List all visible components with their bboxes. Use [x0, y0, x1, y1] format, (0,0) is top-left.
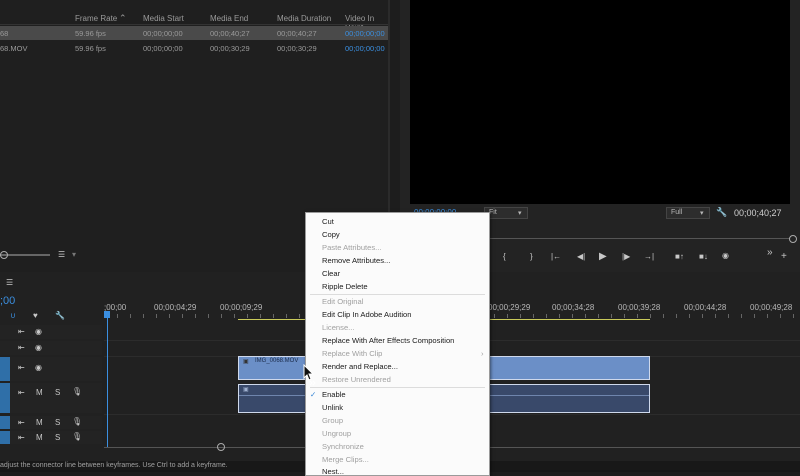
- sync-lock-icon[interactable]: ⇤: [18, 327, 25, 336]
- menu-item-render-and-replace[interactable]: Render and Replace...: [322, 362, 398, 371]
- menu-item-remove-attributes[interactable]: Remove Attributes...: [322, 256, 390, 265]
- chevron-down-icon: ▾: [700, 210, 704, 217]
- wrench-icon[interactable]: 🔧: [55, 311, 65, 320]
- scrub-handle[interactable]: [789, 235, 797, 243]
- solo-icon[interactable]: S: [55, 388, 60, 397]
- sync-lock-icon[interactable]: ⇤: [18, 388, 25, 397]
- step-forward-icon[interactable]: |▶: [622, 252, 630, 261]
- menu-item-replace-with-ae[interactable]: Replace With After Effects Composition: [322, 336, 454, 345]
- menu-item-merge-clips[interactable]: Merge Clips...: [322, 455, 369, 464]
- timeline-timecode[interactable]: ;00: [0, 295, 15, 307]
- mark-out-icon[interactable]: {: [503, 252, 506, 261]
- menu-item-synchronize[interactable]: Synchronize: [322, 442, 364, 451]
- extract-icon[interactable]: ■↓: [699, 252, 708, 261]
- sync-lock-icon[interactable]: ⇤: [18, 433, 25, 442]
- playhead-handle[interactable]: [104, 311, 110, 318]
- play-icon[interactable]: ▶: [599, 251, 607, 262]
- step-back-icon[interactable]: ◀|: [577, 252, 585, 261]
- track-header-a3[interactable]: ⇤ M S 🎙: [0, 431, 102, 444]
- menu-item-cut[interactable]: Cut: [322, 217, 334, 226]
- fx-badge-icon: ▣: [243, 387, 249, 393]
- solo-icon[interactable]: S: [55, 418, 60, 427]
- microphone-icon[interactable]: 🎙: [72, 417, 82, 426]
- wrench-icon[interactable]: 🔧: [716, 207, 727, 218]
- menu-item-copy[interactable]: Copy: [322, 230, 340, 239]
- context-menu: Cut Copy Paste Attributes... Remove Attr…: [305, 212, 490, 476]
- chevron-up-icon[interactable]: ⌃: [119, 13, 127, 24]
- chevron-down-icon: ▾: [518, 210, 522, 217]
- menu-item-restore-unrendered[interactable]: Restore Unrendered: [322, 375, 391, 384]
- mark-in-icon[interactable]: }: [530, 252, 533, 261]
- zoom-handle[interactable]: [0, 251, 8, 259]
- menu-separator: [310, 294, 485, 295]
- microphone-icon[interactable]: 🎙: [72, 432, 82, 441]
- mute-icon[interactable]: M: [36, 433, 43, 442]
- go-to-in-icon[interactable]: |←: [551, 252, 561, 261]
- track-header-v2[interactable]: ⇤ ◉: [0, 341, 102, 355]
- list-view-icon[interactable]: ☰: [58, 250, 65, 259]
- hamburger-menu-icon[interactable]: ☰: [6, 278, 13, 287]
- menu-item-replace-with-clip[interactable]: Replace With Clip: [322, 349, 382, 358]
- duration-timecode: 00;00;40;27: [734, 208, 782, 218]
- menu-separator: [310, 387, 485, 388]
- playhead[interactable]: [107, 312, 108, 448]
- status-text: adjust the connector line between keyfra…: [0, 462, 228, 469]
- track-header-v1[interactable]: ⇤ ◉: [0, 357, 102, 381]
- eye-icon[interactable]: ◉: [35, 327, 42, 336]
- add-icon[interactable]: +: [781, 251, 787, 262]
- marker-icon[interactable]: ♥: [33, 311, 38, 320]
- lift-icon[interactable]: ■↑: [675, 252, 684, 261]
- dropdown-icon[interactable]: ▾: [72, 250, 76, 259]
- eye-icon[interactable]: ◉: [35, 363, 42, 372]
- track-header-a2[interactable]: ⇤ M S 🎙: [0, 416, 102, 429]
- go-to-out-icon[interactable]: →|: [644, 252, 654, 261]
- menu-item-group[interactable]: Group: [322, 416, 343, 425]
- track-header-a1[interactable]: ⇤ M S 🎙: [0, 383, 102, 413]
- column-media-end[interactable]: Media End: [210, 14, 248, 23]
- menu-item-edit-original[interactable]: Edit Original: [322, 297, 363, 306]
- button-editor-icon[interactable]: »: [767, 247, 773, 258]
- menu-item-paste-attributes[interactable]: Paste Attributes...: [322, 243, 382, 252]
- menu-item-edit-in-audition[interactable]: Edit Clip In Adobe Audition: [322, 310, 412, 319]
- mute-icon[interactable]: M: [36, 418, 43, 427]
- list-item[interactable]: 68.MOV 59.96 fps 00;00;00;00 00;00;30;29…: [0, 41, 388, 55]
- solo-icon[interactable]: S: [55, 433, 60, 442]
- menu-item-ripple-delete[interactable]: Ripple Delete: [322, 282, 368, 291]
- menu-item-license[interactable]: License...: [322, 323, 355, 332]
- cursor-icon: [303, 364, 316, 386]
- submenu-arrow-icon: ›: [481, 349, 484, 358]
- microphone-icon[interactable]: 🎙: [72, 387, 82, 396]
- list-item[interactable]: 68 59.96 fps 00;00;00;00 00;00;40;27 00;…: [0, 26, 388, 40]
- camera-icon[interactable]: ◉: [722, 251, 729, 260]
- eye-icon[interactable]: ◉: [35, 343, 42, 352]
- checkmark-icon: ✓: [310, 390, 317, 399]
- fx-badge-icon: ▣: [243, 359, 249, 365]
- resolution-select[interactable]: Full ▾: [666, 207, 710, 219]
- menu-item-unlink[interactable]: Unlink: [322, 403, 343, 412]
- fit-select[interactable]: Fit ▾: [484, 207, 528, 219]
- snap-icon[interactable]: ∪: [10, 311, 16, 320]
- sync-lock-icon[interactable]: ⇤: [18, 418, 25, 427]
- sync-lock-icon[interactable]: ⇤: [18, 343, 25, 352]
- column-media-duration[interactable]: Media Duration: [277, 14, 331, 23]
- column-media-start[interactable]: Media Start: [143, 14, 184, 23]
- column-frame-rate[interactable]: Frame Rate: [75, 14, 117, 23]
- scroll-handle[interactable]: [217, 443, 225, 451]
- video-frame: [410, 0, 790, 204]
- track-header-v3[interactable]: ⇤ ◉: [0, 325, 102, 339]
- mute-icon[interactable]: M: [36, 388, 43, 397]
- menu-item-clear[interactable]: Clear: [322, 269, 340, 278]
- sync-lock-icon[interactable]: ⇤: [18, 363, 25, 372]
- menu-item-enable[interactable]: Enable: [322, 390, 346, 399]
- menu-item-ungroup[interactable]: Ungroup: [322, 429, 351, 438]
